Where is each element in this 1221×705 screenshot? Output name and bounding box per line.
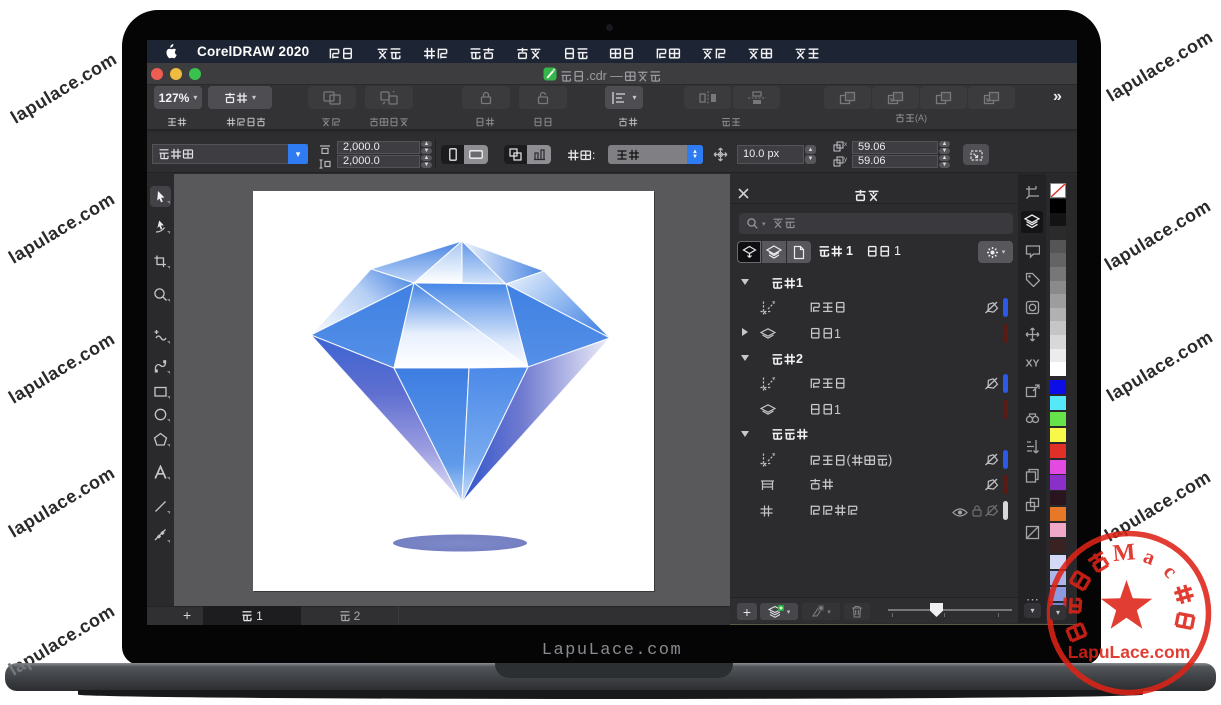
- svg-text:a: a: [1140, 544, 1159, 570]
- svg-text:x: x: [844, 142, 847, 148]
- svg-text:LapuLace.com: LapuLace.com: [1068, 642, 1191, 662]
- svg-text:M: M: [1112, 539, 1137, 567]
- svg-text:y: y: [844, 157, 847, 163]
- svg-text:XY: XY: [1025, 358, 1039, 370]
- svg-text:c: c: [1159, 560, 1183, 583]
